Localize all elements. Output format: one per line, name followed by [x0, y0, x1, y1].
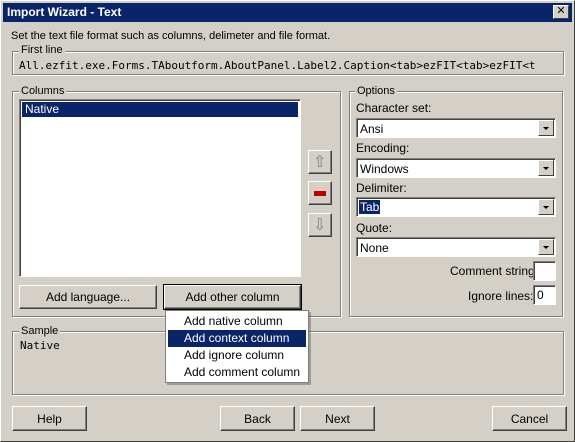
- menu-item-label: Add native column: [184, 314, 283, 328]
- menu-item-label: Add comment column: [184, 365, 301, 379]
- comment-string-label: Comment string:: [450, 264, 539, 278]
- delimiter-value: Tab: [357, 199, 382, 215]
- close-button[interactable]: ✕: [553, 5, 569, 19]
- columns-label: Columns: [19, 85, 67, 97]
- instruction-text: Set the text file format such as columns…: [11, 30, 331, 42]
- next-button[interactable]: Next: [300, 406, 375, 431]
- arrow-up-icon: ⇧: [313, 154, 327, 171]
- cancel-button[interactable]: Cancel: [492, 406, 567, 431]
- chevron-down-icon[interactable]: [538, 199, 554, 215]
- next-label: Next: [325, 411, 350, 426]
- menu-item-add-context-column[interactable]: Add context column: [168, 330, 306, 347]
- character-set-label: Character set:: [356, 101, 432, 115]
- menu-item-label: Add ignore column: [184, 348, 285, 362]
- chevron-down-icon[interactable]: [538, 239, 554, 255]
- quote-value: None: [360, 241, 389, 255]
- quote-select[interactable]: None: [356, 237, 556, 257]
- back-button[interactable]: Back: [220, 406, 295, 431]
- menu-item-add-ignore-column[interactable]: Add ignore column: [168, 347, 306, 364]
- help-label: Help: [37, 411, 62, 426]
- ignore-lines-value: 0: [537, 288, 544, 302]
- options-label: Options: [355, 85, 397, 97]
- delimiter-select[interactable]: Tab: [356, 197, 556, 217]
- back-label: Back: [244, 411, 271, 426]
- help-button[interactable]: Help: [12, 406, 87, 431]
- window-title: Import Wizard - Text: [7, 5, 122, 19]
- add-language-label: Add language...: [45, 290, 131, 304]
- first-line-label: First line: [19, 44, 65, 56]
- move-down-button[interactable]: ⇩: [308, 213, 332, 237]
- add-language-button[interactable]: Add language...: [19, 285, 157, 309]
- chevron-down-icon[interactable]: [538, 160, 554, 176]
- first-line-text: All.ezfit.exe.Forms.TAboutform.AboutPane…: [19, 59, 536, 72]
- import-wizard-window: Import Wizard - Text ✕ Set the text file…: [0, 0, 575, 442]
- character-set-value: Ansi: [360, 122, 384, 136]
- sample-text: Native: [20, 339, 60, 352]
- remove-icon: [314, 191, 326, 196]
- encoding-select[interactable]: Windows: [356, 158, 556, 178]
- title-bar[interactable]: Import Wizard - Text ✕: [3, 3, 572, 22]
- arrow-down-icon: ⇩: [313, 217, 327, 234]
- delimiter-label: Delimiter:: [356, 181, 407, 195]
- comment-string-input[interactable]: [533, 261, 556, 281]
- add-other-column-button[interactable]: Add other column: [163, 284, 302, 310]
- ignore-lines-label: Ignore lines:: [468, 289, 534, 303]
- sample-label: Sample: [19, 325, 61, 337]
- add-other-column-label: Add other column: [185, 290, 280, 304]
- menu-item-add-comment-column[interactable]: Add comment column: [168, 364, 306, 381]
- columns-list[interactable]: Native: [19, 99, 301, 277]
- chevron-down-icon[interactable]: [538, 120, 554, 136]
- encoding-value: Windows: [360, 162, 409, 176]
- close-icon: ✕: [556, 5, 566, 17]
- quote-label: Quote:: [356, 221, 393, 235]
- encoding-label: Encoding:: [356, 141, 410, 155]
- remove-column-button[interactable]: [308, 181, 332, 205]
- menu-item-label: Add context column: [184, 331, 290, 345]
- columns-list-item-label: Native: [25, 102, 60, 116]
- move-up-button[interactable]: ⇧: [308, 150, 332, 174]
- ignore-lines-input[interactable]: 0: [533, 285, 556, 305]
- cancel-label: Cancel: [510, 411, 549, 426]
- menu-item-add-native-column[interactable]: Add native column: [168, 313, 306, 330]
- columns-list-item[interactable]: Native: [22, 102, 298, 117]
- character-set-select[interactable]: Ansi: [356, 118, 556, 138]
- add-column-menu: Add native column Add context column Add…: [165, 310, 309, 383]
